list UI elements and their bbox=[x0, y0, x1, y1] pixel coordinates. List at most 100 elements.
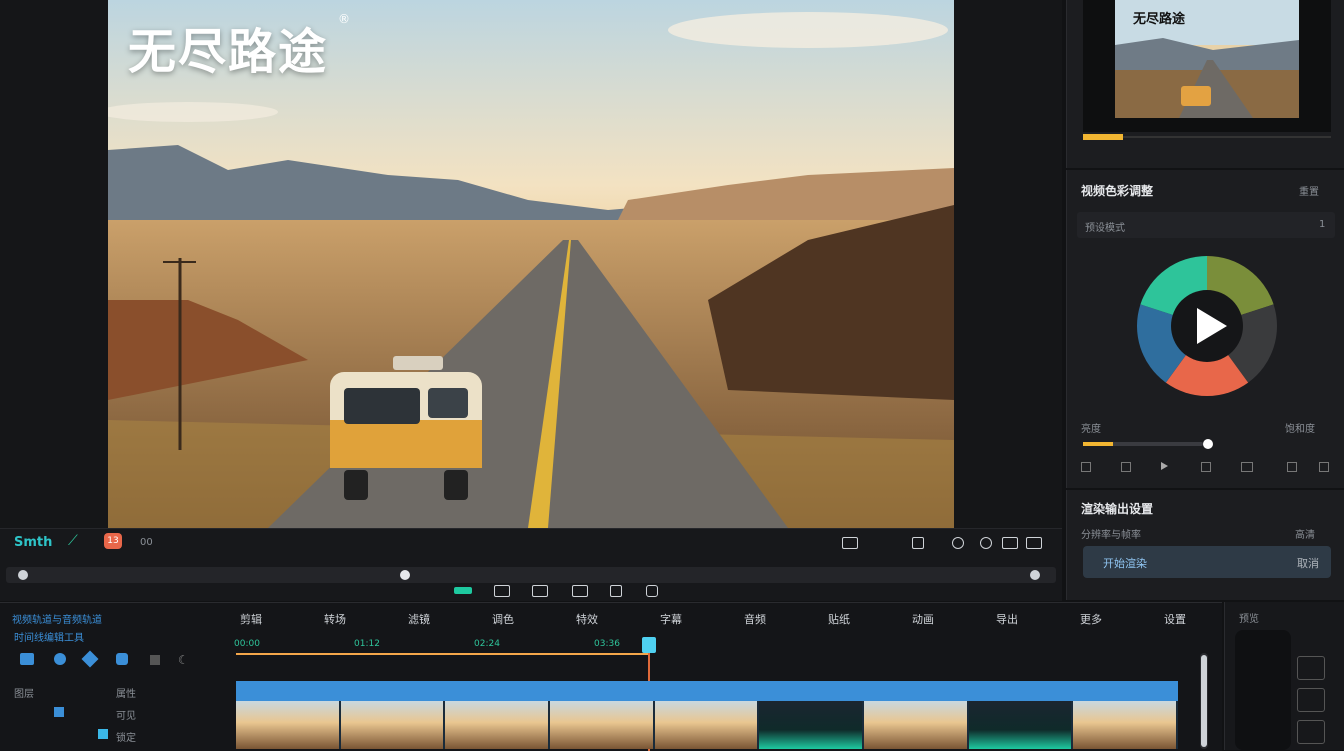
color-wheel[interactable] bbox=[1135, 254, 1279, 398]
playback-toolbar: Smth ⟋ 13 00 bbox=[0, 528, 1062, 601]
brightness-slider-track[interactable] bbox=[1083, 439, 1213, 449]
playhead-handle[interactable] bbox=[642, 637, 656, 653]
scrub-track[interactable] bbox=[6, 567, 1056, 583]
render-button-label: 开始渲染 bbox=[1103, 557, 1147, 570]
crop-icon[interactable] bbox=[1201, 462, 1211, 472]
brand-mark-icon: ⟋ bbox=[68, 533, 78, 549]
reset-button[interactable]: 重置 bbox=[1299, 183, 1319, 198]
timeline-tab[interactable]: 导出 bbox=[996, 611, 1018, 627]
side-button-1[interactable] bbox=[1297, 656, 1325, 680]
clip-thumbnail[interactable] bbox=[654, 701, 760, 749]
timeline-tab[interactable]: 字幕 bbox=[660, 611, 682, 627]
export-sub-label: 分辨率与帧率 bbox=[1081, 530, 1141, 541]
timeline-tab[interactable]: 音频 bbox=[744, 611, 766, 627]
trim-icon[interactable] bbox=[494, 585, 510, 597]
timeline: 视频轨道与音频轨道 时间线编辑工具 ☾ 图层 属性 可见 锁定 剪辑 转场 滤镜 调色… bbox=[0, 602, 1222, 751]
clip-thumbnail[interactable] bbox=[864, 701, 969, 749]
thumbnail-progress-track bbox=[1123, 136, 1331, 138]
clip-thumbnail[interactable] bbox=[445, 701, 550, 749]
preset-select[interactable]: 预设模式 1 bbox=[1077, 212, 1335, 238]
visible-checkbox[interactable] bbox=[54, 707, 64, 717]
timeline-tab[interactable]: 设置 bbox=[1164, 611, 1186, 627]
timeline-tab[interactable]: 更多 bbox=[1080, 611, 1102, 627]
side-button-3[interactable] bbox=[1297, 720, 1325, 744]
tool-hand-icon[interactable] bbox=[116, 653, 128, 665]
scrollbar-thumb[interactable] bbox=[1201, 655, 1207, 747]
side-preview[interactable] bbox=[1235, 630, 1291, 750]
layer-label: 图层 bbox=[14, 689, 34, 700]
lock-checkbox[interactable] bbox=[98, 729, 108, 739]
color-panel: 视频色彩调整 重置 预设模式 1 亮度 饱和度 bbox=[1066, 170, 1344, 488]
speed-icon[interactable] bbox=[952, 537, 964, 549]
clip-thumbnail[interactable] bbox=[550, 701, 655, 749]
clip-thumbnail[interactable] bbox=[968, 701, 1074, 749]
rotate-icon[interactable] bbox=[610, 585, 622, 597]
clip-thumbnail[interactable] bbox=[759, 701, 864, 749]
layer-right-label: 属性 bbox=[116, 689, 136, 700]
tool-ripple-icon[interactable] bbox=[81, 650, 99, 668]
timeline-marker: 03:36 bbox=[594, 639, 620, 649]
timeline-scrollbar[interactable] bbox=[1200, 653, 1208, 749]
brightness-slider-handle[interactable] bbox=[1203, 439, 1213, 449]
split-icon[interactable] bbox=[532, 585, 548, 597]
tool-blade-icon[interactable] bbox=[54, 653, 66, 665]
clip-thumbnail[interactable] bbox=[1073, 701, 1178, 749]
thumbnail-panel: 无尽路途 bbox=[1066, 0, 1344, 168]
playhead-range bbox=[236, 653, 650, 655]
clip-thumbnail[interactable] bbox=[340, 701, 446, 749]
brightness-label: 亮度 bbox=[1081, 424, 1101, 435]
timeline-marker: 01:12 bbox=[354, 639, 380, 649]
preset-value: 1 bbox=[1319, 219, 1326, 230]
record-badge[interactable]: 13 bbox=[104, 533, 122, 549]
cancel-button[interactable]: 取消 bbox=[1297, 555, 1319, 571]
timeline-tab[interactable]: 动画 bbox=[912, 611, 934, 627]
time-small: 00 bbox=[140, 537, 153, 548]
preset-label: 预设模式 bbox=[1085, 223, 1125, 234]
clip-strip[interactable] bbox=[236, 701, 1178, 749]
tool-select-icon[interactable] bbox=[20, 653, 34, 665]
clock-icon[interactable] bbox=[980, 537, 992, 549]
tool-zoom-icon[interactable] bbox=[150, 655, 160, 665]
export-panel-title: 渲染输出设置 bbox=[1081, 502, 1154, 516]
subtitle-icon[interactable] bbox=[842, 537, 858, 549]
timeline-tab[interactable]: 贴纸 bbox=[828, 611, 850, 627]
thumbnail-progress bbox=[1083, 134, 1123, 140]
more-icon[interactable] bbox=[1319, 462, 1329, 472]
video-track-bar[interactable] bbox=[236, 681, 1178, 701]
scrub-start-icon[interactable] bbox=[18, 570, 28, 580]
render-button[interactable]: 开始渲染 取消 bbox=[1083, 546, 1331, 578]
grid-icon[interactable] bbox=[1241, 462, 1253, 472]
video-title-overlay: 无尽路途 bbox=[128, 24, 329, 80]
tool-moon-icon[interactable]: ☾ bbox=[178, 653, 189, 667]
scrub-handle[interactable] bbox=[400, 570, 410, 580]
timeline-tab[interactable]: 转场 bbox=[324, 611, 346, 627]
thumbnail-title: 无尽路途 bbox=[1133, 12, 1186, 27]
clip-thumbnail[interactable] bbox=[236, 701, 341, 749]
timeline-tab[interactable]: 剪辑 bbox=[240, 611, 262, 627]
timeline-side-panel: 预览 bbox=[1224, 602, 1344, 750]
side-button-2[interactable] bbox=[1297, 688, 1325, 712]
track-header: 视频轨道与音频轨道 bbox=[12, 615, 102, 626]
mirror-icon[interactable] bbox=[646, 585, 658, 597]
fullscreen-icon[interactable] bbox=[1026, 537, 1042, 549]
crop-tool-icon[interactable] bbox=[572, 585, 588, 597]
play-small-icon[interactable] bbox=[1161, 462, 1168, 470]
thumbnail-frame[interactable]: 无尽路途 bbox=[1083, 0, 1331, 132]
timeline-tab[interactable]: 滤镜 bbox=[408, 611, 430, 627]
export-panel: 渲染输出设置 分辨率与帧率 高清 开始渲染 取消 bbox=[1066, 490, 1344, 600]
row2-label: 锁定 bbox=[116, 733, 136, 744]
fx-icon[interactable] bbox=[1081, 462, 1091, 472]
edit-mode-icon[interactable] bbox=[454, 587, 472, 594]
color-panel-toolbar bbox=[1081, 462, 1331, 474]
scrub-end-icon[interactable] bbox=[1030, 570, 1040, 580]
saturation-label: 饱和度 bbox=[1285, 424, 1315, 435]
curve-icon[interactable] bbox=[1121, 462, 1131, 472]
timeline-marker: 00:00 bbox=[234, 639, 260, 649]
mask-icon[interactable] bbox=[1287, 462, 1297, 472]
timeline-tab[interactable]: 特效 bbox=[576, 611, 598, 627]
track-sub: 时间线编辑工具 bbox=[14, 633, 84, 644]
shield-icon[interactable] bbox=[912, 537, 924, 549]
export-sub-right: 高清 bbox=[1295, 530, 1315, 541]
timeline-tab[interactable]: 调色 bbox=[492, 611, 514, 627]
cc-icon[interactable] bbox=[1002, 537, 1018, 549]
